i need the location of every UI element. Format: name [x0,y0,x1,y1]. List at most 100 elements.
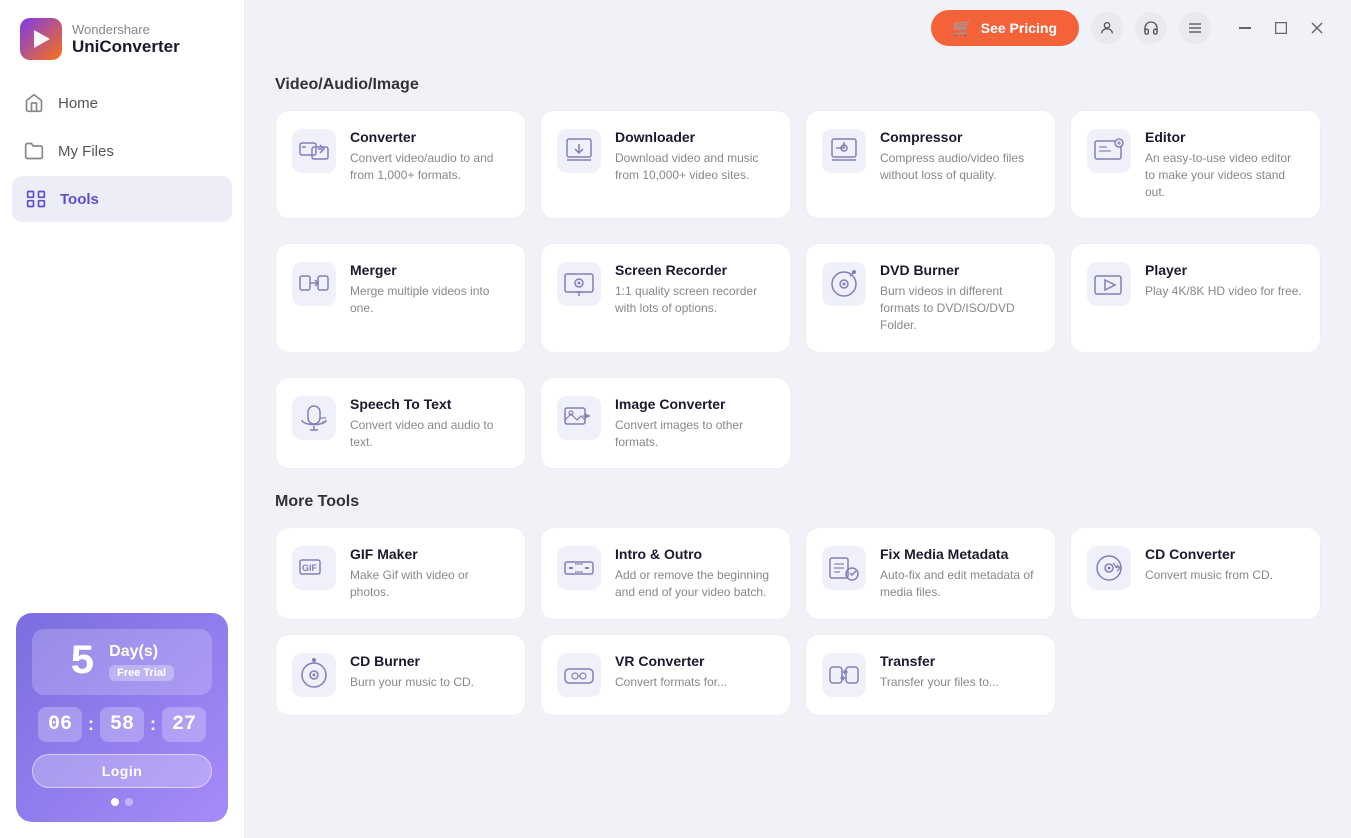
sidebar-nav: Home My Files Tools [0,78,244,224]
content-area: Video/Audio/Image Converter [245,56,1351,838]
see-pricing-label: See Pricing [981,20,1057,36]
tool-card-compressor[interactable]: Compressor Compress audio/video files wi… [805,110,1056,219]
tools-row-2: Merger Merge multiple videos into one. [275,243,1321,352]
transfer-icon [822,653,866,697]
pagination-dots [32,798,212,806]
cd-burner-desc: Burn your music to CD. [350,674,474,691]
menu-icon[interactable] [1179,12,1211,44]
dvd-burner-content: DVD Burner Burn videos in different form… [880,262,1039,333]
tool-card-screen-recorder[interactable]: Screen Recorder 1:1 quality screen recor… [540,243,791,352]
header: 🛒 See Pricing [245,0,1351,56]
close-button[interactable] [1303,14,1331,42]
dot-2 [125,798,133,806]
empty-slot-2 [1070,377,1321,470]
converter-content: Converter Convert video/audio to and fro… [350,129,509,184]
tool-card-editor[interactable]: Editor An easy-to-use video editor to ma… [1070,110,1321,219]
speech-to-text-title: Speech To Text [350,396,509,412]
tool-card-dvd-burner[interactable]: DVD Burner Burn videos in different form… [805,243,1056,352]
trial-days-number: 5 [70,641,95,683]
image-converter-desc: Convert images to other formats. [615,417,774,451]
downloader-desc: Download video and music from 10,000+ vi… [615,150,774,184]
screen-recorder-title: Screen Recorder [615,262,774,278]
speech-to-text-icon [292,396,336,440]
tool-card-image-converter[interactable]: Image Converter Convert images to other … [540,377,791,470]
countdown-sep-1: : [88,714,94,735]
player-icon [1087,262,1131,306]
tool-card-speech-to-text[interactable]: Speech To Text Convert video and audio t… [275,377,526,470]
merger-title: Merger [350,262,509,278]
countdown: 06 : 58 : 27 [32,707,212,742]
compressor-content: Compressor Compress audio/video files wi… [880,129,1039,184]
countdown-seconds: 27 [162,707,206,742]
compressor-desc: Compress audio/video files without loss … [880,150,1039,184]
login-button[interactable]: Login [32,754,212,788]
editor-desc: An easy-to-use video editor to make your… [1145,150,1304,200]
cd-converter-content: CD Converter Convert music from CD. [1145,546,1273,584]
tools-icon [26,189,46,209]
sidebar-item-my-files[interactable]: My Files [0,128,244,174]
sidebar-item-home[interactable]: Home [0,80,244,126]
cart-icon: 🛒 [953,18,973,38]
vr-converter-icon [557,653,601,697]
tool-card-merger[interactable]: Merger Merge multiple videos into one. [275,243,526,352]
trial-card: 5 Day(s) Free Trial 06 : 58 : 27 Login [16,613,228,822]
tool-card-fix-media-metadata[interactable]: Fix Media Metadata Auto-fix and edit met… [805,527,1056,620]
player-desc: Play 4K/8K HD video for free. [1145,283,1302,300]
tools-row-1: Converter Convert video/audio to and fro… [275,110,1321,219]
more-tools-row-1: GIF GIF Maker Make Gif with video or pho… [275,527,1321,620]
tool-card-intro-outro[interactable]: Intro & Outro Add or remove the beginnin… [540,527,791,620]
more-tools-row-2: CD Burner Burn your music to CD. VR [275,634,1321,716]
section-title-more-tools: More Tools [275,493,1321,511]
app-name: Wondershare UniConverter [72,22,180,57]
trial-days-label: Day(s) [109,643,174,661]
tool-card-converter[interactable]: Converter Convert video/audio to and fro… [275,110,526,219]
sidebar: Wondershare UniConverter Home My Files [0,0,245,838]
intro-outro-desc: Add or remove the beginning and end of y… [615,567,774,601]
sidebar-item-my-files-label: My Files [58,143,114,160]
fix-media-metadata-icon [822,546,866,590]
dvd-burner-icon [822,262,866,306]
trial-label-area: Day(s) Free Trial [109,643,174,681]
sidebar-item-tools[interactable]: Tools [12,176,232,222]
image-converter-title: Image Converter [615,396,774,412]
minimize-button[interactable] [1231,14,1259,42]
intro-outro-icon [557,546,601,590]
cd-burner-icon [292,653,336,697]
image-converter-icon [557,396,601,440]
editor-icon [1087,129,1131,173]
gif-maker-icon: GIF [292,546,336,590]
dvd-burner-desc: Burn videos in different formats to DVD/… [880,283,1039,333]
screen-recorder-content: Screen Recorder 1:1 quality screen recor… [615,262,774,317]
cd-burner-content: CD Burner Burn your music to CD. [350,653,474,691]
editor-title: Editor [1145,129,1304,145]
tool-card-downloader[interactable]: Downloader Download video and music from… [540,110,791,219]
maximize-button[interactable] [1267,14,1295,42]
merger-icon [292,262,336,306]
headset-icon[interactable] [1135,12,1167,44]
tool-card-player[interactable]: Player Play 4K/8K HD video for free. [1070,243,1321,352]
fix-media-metadata-content: Fix Media Metadata Auto-fix and edit met… [880,546,1039,601]
intro-outro-content: Intro & Outro Add or remove the beginnin… [615,546,774,601]
user-account-icon[interactable] [1091,12,1123,44]
trial-badge: Free Trial [109,665,174,681]
tool-card-cd-converter[interactable]: CD Converter Convert music from CD. [1070,527,1321,620]
merger-desc: Merge multiple videos into one. [350,283,509,317]
countdown-minutes: 58 [100,707,144,742]
merger-content: Merger Merge multiple videos into one. [350,262,509,317]
gif-maker-title: GIF Maker [350,546,509,562]
fix-media-metadata-title: Fix Media Metadata [880,546,1039,562]
downloader-icon [557,129,601,173]
tool-card-vr-converter[interactable]: VR Converter Convert formats for... [540,634,791,716]
tool-card-gif-maker[interactable]: GIF GIF Maker Make Gif with video or pho… [275,527,526,620]
see-pricing-button[interactable]: 🛒 See Pricing [931,10,1079,46]
compressor-icon [822,129,866,173]
trial-days-box: 5 Day(s) Free Trial [32,629,212,695]
image-converter-content: Image Converter Convert images to other … [615,396,774,451]
gif-maker-desc: Make Gif with video or photos. [350,567,509,601]
tool-card-cd-burner[interactable]: CD Burner Burn your music to CD. [275,634,526,716]
transfer-content: Transfer Transfer your files to... [880,653,999,691]
editor-content: Editor An easy-to-use video editor to ma… [1145,129,1304,200]
sidebar-item-home-label: Home [58,95,98,112]
sidebar-bottom: 5 Day(s) Free Trial 06 : 58 : 27 Login [0,597,244,838]
tool-card-transfer[interactable]: Transfer Transfer your files to... [805,634,1056,716]
